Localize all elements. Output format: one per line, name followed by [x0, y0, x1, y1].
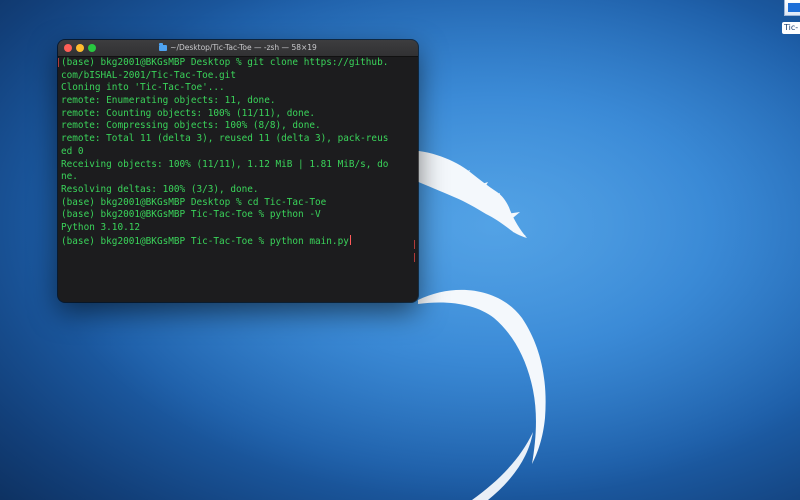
file-thumbnail-icon [784, 0, 800, 16]
window-title-text: ~/Desktop/Tic-Tac-Toe — -zsh — 58×19 [170, 43, 317, 52]
terminal-line: remote: Counting objects: 100% (11/11), … [61, 107, 315, 119]
terminal-line: Resolving deltas: 100% (3/3), done. [61, 183, 259, 195]
terminal-prompt-line: (base) bkg2001@BKGsMBP Tic-Tac-Toe % pyt… [61, 234, 415, 248]
terminal-window[interactable]: ~/Desktop/Tic-Tac-Toe — -zsh — 58×19 (ba… [58, 40, 418, 302]
terminal-line: ed 0 [61, 145, 84, 157]
terminal-line: Cloning into 'Tic-Tac-Toe'... [61, 82, 225, 94]
terminal-titlebar[interactable]: ~/Desktop/Tic-Tac-Toe — -zsh — 58×19 [58, 40, 418, 57]
window-title: ~/Desktop/Tic-Tac-Toe — -zsh — 58×19 [58, 40, 418, 56]
prompt-mark [414, 253, 415, 262]
terminal-line: com/bISHAL-2001/Tic-Tac-Toe.git [61, 69, 236, 81]
terminal-line: (base) bkg2001@BKGsMBP Desktop % cd Tic-… [61, 196, 327, 208]
terminal-line: remote: Compressing objects: 100% (8/8),… [61, 120, 321, 132]
prompt-mark [58, 58, 59, 67]
terminal-line: (base) bkg2001@BKGsMBP Desktop % git clo… [61, 57, 389, 68]
terminal-line: Receiving objects: 100% (11/11), 1.12 Mi… [61, 158, 389, 170]
terminal-line: ne. [61, 171, 78, 183]
terminal-line-text: (base) bkg2001@BKGsMBP Tic-Tac-Toe % pyt… [61, 235, 349, 247]
terminal-output[interactable]: (base) bkg2001@BKGsMBP Desktop % git clo… [61, 57, 415, 302]
text-cursor [349, 234, 351, 245]
terminal-line: (base) bkg2001@BKGsMBP Tic-Tac-Toe % pyt… [61, 209, 321, 221]
terminal-line: remote: Enumerating objects: 11, done. [61, 95, 276, 107]
terminal-line: Python 3.10.12 [61, 221, 141, 233]
terminal-line: remote: Total 11 (delta 3), reused 11 (d… [61, 133, 389, 145]
folder-icon [159, 43, 168, 51]
desktop-file-icon[interactable]: Tic- [782, 0, 800, 36]
desktop-file-label: Tic- [782, 22, 800, 34]
prompt-mark [414, 240, 415, 249]
